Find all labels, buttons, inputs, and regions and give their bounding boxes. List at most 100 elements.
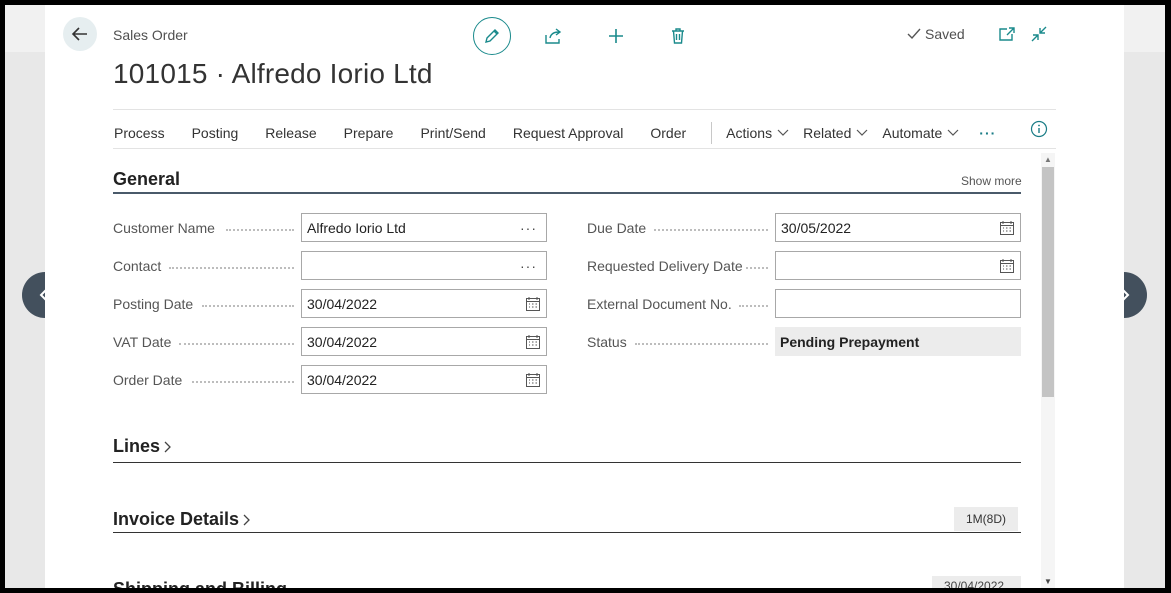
share-icon (545, 28, 562, 44)
field-value: 30/04/2022 (307, 371, 378, 388)
back-button[interactable] (63, 17, 97, 51)
section-underline (113, 462, 1021, 463)
section-underline (113, 532, 1021, 533)
field-label-due-date: Due Date (587, 220, 647, 236)
field-label-status: Status (587, 334, 627, 350)
chevron-down-icon (856, 129, 868, 136)
field-value: 30/04/2022 (307, 333, 378, 350)
leader-dots (739, 305, 768, 307)
edit-button[interactable] (473, 17, 511, 55)
calendar-icon[interactable] (999, 220, 1015, 236)
more-options-button[interactable]: ··· (979, 125, 996, 141)
field-label-order-date: Order Date (113, 372, 183, 388)
window-frame: Sales Order 101015 · Alfredo Iorio Ltd S… (5, 5, 1165, 588)
saved-indicator: Saved (907, 26, 965, 42)
section-label: Invoice Details (113, 509, 240, 529)
chevron-right-icon (243, 514, 250, 525)
field-label-contact: Contact (113, 258, 162, 274)
field-value: Alfredo Iorio Ltd (307, 219, 406, 236)
action-menu: Process Posting Release Prepare Print/Se… (114, 122, 996, 144)
lookup-ellipsis-button[interactable]: ··· (520, 220, 541, 236)
calendar-icon[interactable] (525, 296, 541, 312)
toolbar (473, 17, 721, 55)
section-title-invoice-details[interactable]: Invoice Details (113, 509, 252, 530)
field-value: 30/05/2022 (781, 219, 852, 236)
order-date-field[interactable]: 30/04/2022 (301, 365, 547, 394)
arrow-left-icon (71, 27, 87, 41)
scroll-down-icon[interactable]: ▼ (1044, 577, 1052, 586)
leader-dots (226, 229, 294, 231)
chevron-right-icon (164, 441, 171, 452)
menu-dropdown-label: Actions (726, 125, 773, 141)
contact-field[interactable]: ··· (301, 251, 547, 280)
info-icon (1030, 120, 1048, 138)
field-label-posting-date: Posting Date (113, 296, 194, 312)
shipping-badge: 30/04/2022 (932, 576, 1021, 588)
field-label-customer-name: Customer Name (113, 220, 215, 236)
chevron-down-icon (947, 129, 959, 136)
status-field: Pending Prepayment (775, 327, 1021, 356)
menu-item-release[interactable]: Release (265, 125, 316, 141)
divider (113, 109, 1056, 110)
status-value: Pending Prepayment (780, 333, 920, 350)
posting-date-field[interactable]: 30/04/2022 (301, 289, 547, 318)
add-icon (609, 29, 623, 43)
chevron-down-icon (777, 129, 789, 136)
requested-delivery-date-field[interactable] (775, 251, 1021, 280)
section-underline (113, 192, 1021, 194)
calendar-icon[interactable] (525, 334, 541, 350)
checkmark-icon (907, 28, 921, 40)
external-document-no-field[interactable] (775, 289, 1021, 318)
leader-dots (202, 305, 294, 307)
popout-icon (999, 27, 1015, 41)
menu-dropdown-actions[interactable]: Actions (726, 125, 789, 141)
section-title-general[interactable]: General (113, 169, 180, 190)
field-label-external-document-no: External Document No. (587, 296, 732, 312)
vat-date-field[interactable]: 30/04/2022 (301, 327, 547, 356)
menu-item-process[interactable]: Process (114, 125, 165, 141)
breadcrumb: Sales Order (113, 27, 188, 43)
calendar-icon[interactable] (999, 258, 1015, 274)
due-date-field[interactable]: 30/05/2022 (775, 213, 1021, 242)
menu-dropdown-label: Automate (882, 125, 943, 141)
leader-dots (654, 229, 768, 231)
menu-separator (711, 122, 713, 144)
leader-dots (192, 381, 294, 383)
section-title-shipping-billing[interactable]: Shipping and Billing (113, 579, 287, 588)
menu-item-posting[interactable]: Posting (192, 125, 239, 141)
delete-icon (672, 28, 684, 44)
section-title-lines[interactable]: Lines (113, 436, 173, 457)
field-value: 30/04/2022 (307, 295, 378, 312)
field-label-vat-date: VAT Date (113, 334, 172, 350)
scrollbar[interactable]: ▲ ▼ (1041, 153, 1055, 588)
lookup-ellipsis-button[interactable]: ··· (520, 258, 541, 274)
menu-item-prepare[interactable]: Prepare (344, 125, 394, 141)
leader-dots (746, 267, 768, 269)
menu-dropdown-automate[interactable]: Automate (882, 125, 959, 141)
menu-dropdown-label: Related (803, 125, 852, 141)
delete-button[interactable] (659, 17, 697, 55)
invoice-details-badge: 1M(8D) (954, 507, 1019, 531)
calendar-icon[interactable] (525, 372, 541, 388)
sales-order-page: Sales Order 101015 · Alfredo Iorio Ltd S… (45, 5, 1124, 588)
collapse-icon (1031, 26, 1047, 42)
menu-dropdown-related[interactable]: Related (803, 125, 868, 141)
scroll-up-icon[interactable]: ▲ (1044, 155, 1052, 164)
share-button[interactable] (535, 17, 573, 55)
info-button[interactable] (1030, 120, 1048, 143)
divider (113, 148, 1056, 149)
field-label-requested-delivery-date: Requested Delivery Date (587, 258, 743, 274)
section-label: Lines (113, 436, 161, 456)
menu-item-request-approval[interactable]: Request Approval (513, 125, 624, 141)
menu-item-order[interactable]: Order (650, 125, 686, 141)
open-new-window-button[interactable] (998, 25, 1016, 48)
menu-item-print-send[interactable]: Print/Send (420, 125, 485, 141)
page-title: 101015 · Alfredo Iorio Ltd (113, 58, 433, 89)
new-button[interactable] (597, 17, 635, 55)
collapse-button[interactable] (1030, 25, 1048, 48)
leader-dots (179, 343, 294, 345)
leader-dots (169, 267, 294, 269)
show-more-link[interactable]: Show more (961, 174, 1022, 188)
customer-name-field[interactable]: Alfredo Iorio Ltd ··· (301, 213, 547, 242)
scroll-thumb[interactable] (1042, 167, 1054, 397)
